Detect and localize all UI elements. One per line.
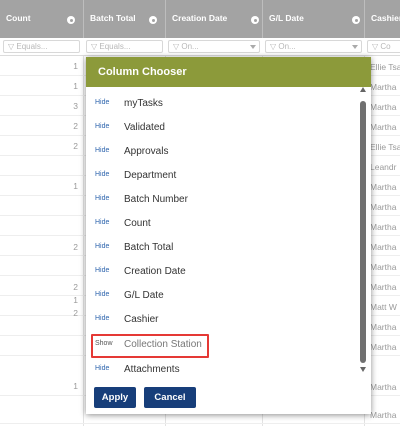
hide-button[interactable]: Hide bbox=[95, 365, 109, 372]
batch-total-filter-input[interactable]: ▽ Equals... bbox=[86, 40, 163, 53]
creation-date-filter-input[interactable]: ▽ On... bbox=[168, 40, 260, 53]
filter-placeholder: Co bbox=[380, 42, 391, 51]
cashier-cell: Martha bbox=[370, 322, 397, 332]
chevron-down-icon[interactable] bbox=[352, 45, 358, 49]
count-cell: 1 bbox=[73, 81, 78, 91]
cashier-cell: Martha bbox=[370, 82, 397, 92]
count-cell: 2 bbox=[73, 141, 78, 151]
chooser-item-label: Count bbox=[124, 218, 151, 229]
column-header-creation-date[interactable]: Creation Date bbox=[166, 0, 262, 38]
chooser-item-label: Approvals bbox=[124, 146, 169, 157]
chooser-item-mytasks: Hide myTasks bbox=[86, 91, 356, 115]
chooser-item-label: G/L Date bbox=[124, 290, 164, 301]
hide-button[interactable]: Hide bbox=[95, 267, 109, 274]
chooser-item-label: Batch Total bbox=[124, 242, 174, 253]
cashier-cell: Leandr bbox=[370, 162, 397, 172]
filter-placeholder: Equals... bbox=[99, 42, 131, 51]
count-cell: 1 bbox=[73, 61, 78, 71]
chooser-item-department: Hide Department bbox=[86, 163, 356, 187]
cashier-cell: Martha bbox=[370, 410, 397, 420]
count-cell: 1 bbox=[73, 381, 78, 391]
hide-button[interactable]: Hide bbox=[95, 195, 109, 202]
cashier-cell: Martha bbox=[370, 222, 397, 232]
hide-button[interactable]: Hide bbox=[95, 99, 109, 106]
cashier-cell: Martha bbox=[370, 102, 397, 112]
column-header-label: Creation Date bbox=[172, 13, 228, 23]
hide-button[interactable]: Hide bbox=[95, 147, 109, 154]
column-header-gl-date[interactable]: G/L Date bbox=[263, 0, 364, 38]
column-header-label: Count bbox=[6, 13, 31, 23]
scrollbar[interactable] bbox=[358, 87, 368, 377]
chooser-item-label: Attachments bbox=[124, 364, 180, 375]
count-filter-input[interactable]: ▽ Equals... bbox=[3, 40, 80, 53]
cashier-filter-input[interactable]: ▽ Co bbox=[367, 40, 400, 53]
cashier-cell: Martha bbox=[370, 262, 397, 272]
hide-button[interactable]: Hide bbox=[95, 291, 109, 298]
filter-placeholder: Equals... bbox=[16, 42, 48, 51]
cancel-button[interactable]: Cancel bbox=[144, 387, 196, 408]
count-cell: 2 bbox=[73, 121, 78, 131]
chooser-item-count: Hide Count bbox=[86, 211, 356, 235]
gl-date-filter-input[interactable]: ▽ On... bbox=[265, 40, 362, 53]
scroll-down-arrow-icon[interactable] bbox=[360, 367, 366, 372]
cashier-cell: Ellie Tsa bbox=[370, 142, 400, 152]
filter-placeholder: On... bbox=[181, 42, 199, 51]
scroll-up-arrow-icon[interactable] bbox=[360, 87, 366, 92]
chooser-item-label: Cashier bbox=[124, 314, 159, 325]
highlight-box bbox=[91, 334, 209, 358]
chooser-item-cashier: Hide Cashier bbox=[86, 307, 356, 331]
gear-icon[interactable] bbox=[352, 16, 360, 24]
filter-placeholder: On... bbox=[278, 42, 296, 51]
column-header-label: Batch Total bbox=[90, 13, 136, 23]
chooser-item-gl-date: Hide G/L Date bbox=[86, 283, 356, 307]
count-cell: 3 bbox=[73, 101, 78, 111]
chooser-item-attachments: Hide Attachments bbox=[86, 357, 356, 381]
hide-button[interactable]: Hide bbox=[95, 219, 109, 226]
cashier-cell: Martha bbox=[370, 242, 397, 252]
cashier-cell: Martha bbox=[370, 382, 397, 392]
chooser-item-batch-total: Hide Batch Total bbox=[86, 235, 356, 259]
hide-button[interactable]: Hide bbox=[95, 123, 109, 130]
filter-row: ▽ Equals... ▽ Equals... ▽ On... ▽ On... … bbox=[0, 38, 400, 56]
scrollbar-thumb[interactable] bbox=[360, 101, 366, 363]
count-cell: 1 bbox=[73, 181, 78, 191]
cashier-cell: Martha bbox=[370, 122, 397, 132]
chooser-item-validated: Hide Validated bbox=[86, 115, 356, 139]
chooser-item-label: Department bbox=[124, 170, 177, 181]
cashier-cell: Martha bbox=[370, 282, 397, 292]
chooser-item-creation-date: Hide Creation Date bbox=[86, 259, 356, 283]
chooser-item-label: Creation Date bbox=[124, 266, 186, 277]
chooser-item-label: Batch Number bbox=[124, 194, 188, 205]
dialog-title: Column Chooser bbox=[86, 57, 371, 87]
gear-icon[interactable] bbox=[67, 16, 75, 24]
column-chooser-dialog: Column Chooser Hide myTasks Hide Validat… bbox=[86, 57, 371, 414]
column-header-label: Cashier bbox=[371, 13, 400, 23]
cashier-cell: Martha bbox=[370, 182, 397, 192]
chooser-item-batch-number: Hide Batch Number bbox=[86, 187, 356, 211]
column-header-cashier[interactable]: Cashier bbox=[365, 0, 400, 38]
gear-icon[interactable] bbox=[149, 16, 157, 24]
cashier-cell: Ellie Tsa bbox=[370, 62, 400, 72]
hide-button[interactable]: Hide bbox=[95, 243, 109, 250]
hide-button[interactable]: Hide bbox=[95, 171, 109, 178]
chevron-down-icon[interactable] bbox=[250, 45, 256, 49]
chooser-item-label: Validated bbox=[124, 122, 165, 133]
column-header-label: G/L Date bbox=[269, 13, 304, 23]
chooser-item-label: myTasks bbox=[124, 98, 163, 109]
chooser-item-approvals: Hide Approvals bbox=[86, 139, 356, 163]
hide-button[interactable]: Hide bbox=[95, 315, 109, 322]
gear-icon[interactable] bbox=[251, 16, 259, 24]
cashier-cell: Martha bbox=[370, 202, 397, 212]
cashier-cell: Matt W bbox=[370, 302, 397, 312]
apply-button[interactable]: Apply bbox=[94, 387, 136, 408]
cashier-cell: Martha bbox=[370, 342, 397, 352]
